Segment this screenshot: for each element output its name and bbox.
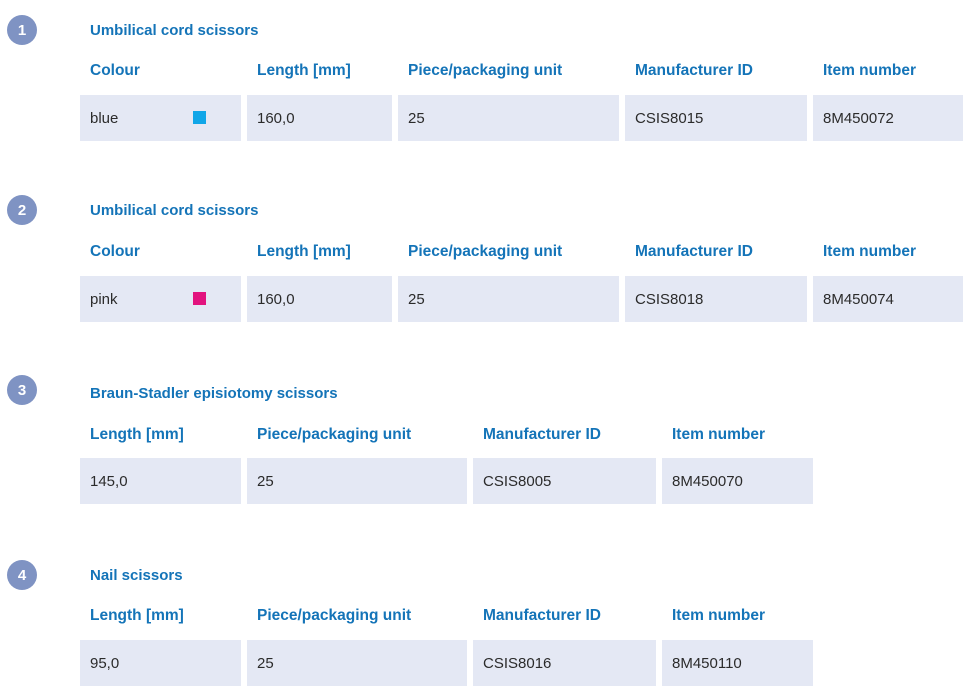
section-number-badge: 1 [7,15,37,45]
cell-manufacturer-id: CSIS8005 [473,458,656,504]
cell-colour: pink [80,276,241,322]
cell-pieces: 25 [398,276,619,322]
cell-item-number: 8M450070 [662,458,813,504]
header-manufacturer-id: Manufacturer ID [483,607,601,624]
cell-item-number: 8M450074 [813,276,963,322]
header-pieces: Piece/packaging unit [257,607,412,624]
header-length: Length [mm] [90,426,184,443]
header-item-number: Item number [823,243,917,260]
product-title: Umbilical cord scissors [90,22,259,39]
product-title: Umbilical cord scissors [90,202,259,219]
header-item-number: Item number [672,607,766,624]
cell-manufacturer-id: CSIS8016 [473,640,656,686]
product-title: Braun-Stadler episiotomy scissors [90,385,338,402]
header-length: Length [mm] [257,62,351,79]
cell-manufacturer-id: CSIS8015 [625,95,807,141]
cell-item-number: 8M450072 [813,95,963,141]
header-item-number: Item number [823,62,917,79]
cell-item-number: 8M450110 [662,640,813,686]
header-colour: Colour [90,62,140,79]
product-title: Nail scissors [90,567,183,584]
header-colour: Colour [90,243,140,260]
cell-pieces: 25 [247,458,467,504]
header-pieces: Piece/packaging unit [257,426,412,443]
cell-length: 145,0 [80,458,241,504]
header-length: Length [mm] [90,607,184,624]
section-number-badge: 3 [7,375,37,405]
cell-colour: blue [80,95,241,141]
header-manufacturer-id: Manufacturer ID [483,426,601,443]
header-manufacturer-id: Manufacturer ID [635,243,753,260]
header-pieces: Piece/packaging unit [408,243,563,260]
cell-length: 95,0 [80,640,241,686]
colour-label: blue [90,109,119,127]
colour-label: pink [90,290,118,308]
cell-pieces: 25 [247,640,467,686]
colour-swatch [193,292,206,305]
header-item-number: Item number [672,426,766,443]
cell-pieces: 25 [398,95,619,141]
section-number-badge: 4 [7,560,37,590]
header-manufacturer-id: Manufacturer ID [635,62,753,79]
colour-swatch [193,111,206,124]
section-number-badge: 2 [7,195,37,225]
header-pieces: Piece/packaging unit [408,62,563,79]
cell-length: 160,0 [247,95,392,141]
header-length: Length [mm] [257,243,351,260]
cell-length: 160,0 [247,276,392,322]
cell-manufacturer-id: CSIS8018 [625,276,807,322]
